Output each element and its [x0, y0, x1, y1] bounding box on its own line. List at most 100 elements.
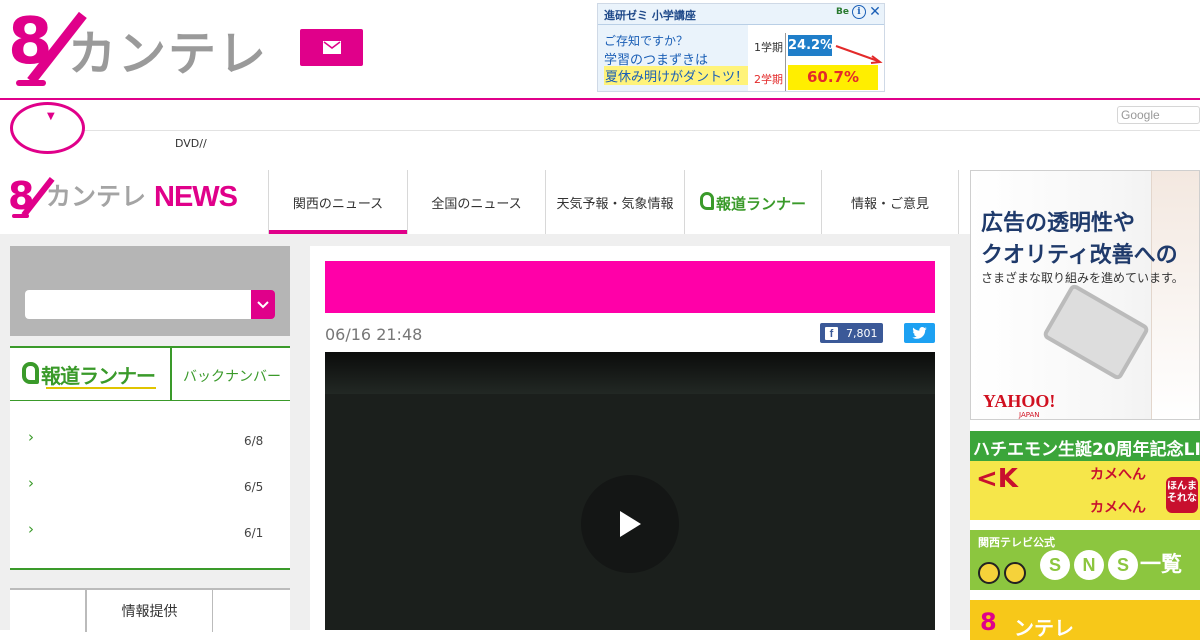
runner-list-item[interactable]: › 6/8 — [10, 420, 290, 460]
runner-underline — [46, 387, 156, 389]
info-tab-left[interactable] — [10, 590, 86, 632]
top-banner-ad[interactable]: 進研ゼミ 小学講座 Be i ✕ ご存知ですか？ 学習のつまずきは 夏休み明けが… — [597, 3, 885, 92]
yahoo-ad-line-2: クオリティ改善への — [981, 243, 1178, 268]
ad-close-icon[interactable]: ✕ — [868, 5, 882, 19]
chevron-down-icon — [257, 300, 269, 308]
runner-list-item[interactable]: › 6/5 — [10, 466, 290, 506]
chevron-right-icon: › — [28, 520, 34, 538]
kantele-banner-logo: 8 — [980, 608, 997, 636]
bird-icon — [978, 562, 1000, 584]
top-header: 8 カンテレ 進研ゼミ 小学講座 Be i ✕ ご存知ですか？ 学習のつまずきは… — [0, 0, 1200, 98]
video-player[interactable] — [325, 352, 935, 630]
kantele-news-logo[interactable]: 8 カンテレ NEWS — [8, 176, 258, 222]
runner-item-date: 6/8 — [244, 434, 264, 448]
tab-houdou-runner[interactable]: 報道ランナー — [684, 170, 821, 234]
hachi-kame-text: カメへん — [1090, 467, 1146, 483]
area-dropdown[interactable]: ▼ — [10, 102, 85, 154]
runner-item-date: 6/5 — [244, 480, 264, 494]
play-icon — [620, 511, 641, 537]
ad-term2-label: 2学期 — [754, 73, 783, 86]
ad-person-image — [1151, 171, 1199, 419]
runner-list-item[interactable]: › 6/1 — [10, 512, 290, 552]
facebook-share-button[interactable]: f 7,801 — [820, 323, 883, 343]
tab-label: 報道ランナー — [715, 194, 806, 213]
sns-ichiran: 一覧 — [1140, 552, 1182, 576]
yahoo-logo: YAHOO! — [983, 391, 1056, 411]
article-title-bar — [325, 261, 935, 313]
logo-kana: カンテレ — [68, 26, 269, 82]
ad-title: 進研ゼミ 小学講座 — [604, 9, 696, 22]
twitter-icon — [912, 327, 927, 339]
sns-letter-s-2: S — [1108, 550, 1138, 580]
kantele-banner-text: ンテレ — [1014, 616, 1074, 640]
ad-term1-value: 24.2% — [788, 35, 833, 56]
tab-info-opinion[interactable]: 情報・ご意見 — [821, 170, 959, 234]
runner-item-date: 6/1 — [244, 526, 264, 540]
dropdown-triangle-icon: ▼ — [47, 111, 55, 122]
yahoo-ad-line-1: 広告の透明性や — [981, 211, 1136, 236]
yahoo-ad-banner[interactable]: 広告の透明性や クオリティ改善への さまざまな取り組みを進めています。 YAHO… — [970, 170, 1200, 420]
runner-r-icon — [699, 191, 714, 210]
kantele-logo[interactable]: 8 カンテレ — [8, 8, 268, 88]
kantele-sns-banner[interactable]: 関西テレビ公式 S N S 一覧 — [970, 530, 1200, 590]
ad-term1-label: 1学期 — [754, 41, 783, 54]
sns-letter-s: S — [1040, 550, 1070, 580]
news-logo-kana: カンテレ — [46, 182, 147, 211]
ad-brand: Be — [836, 7, 849, 17]
nav-strip-divider — [84, 130, 1200, 131]
article-date: 06/16 21:48 — [325, 325, 423, 344]
info-tab-label: 情報提供 — [121, 604, 178, 620]
runner-separator — [10, 400, 290, 401]
hachi-k-text: <K — [976, 464, 1018, 494]
sidebar-search-panel — [10, 246, 290, 336]
tab-label: 情報・ご意見 — [850, 196, 929, 212]
tab-national-news[interactable]: 全国のニュース — [407, 170, 545, 234]
sidebar-select-button[interactable] — [251, 290, 275, 319]
runner-divider — [170, 348, 172, 400]
info-tab-teikyou[interactable]: 情報提供 — [86, 590, 213, 632]
ad-line-2: 夏休み明けがダントツ！ — [604, 66, 750, 85]
sns-label: 関西テレビ公式 — [978, 536, 1055, 549]
video-top-shade — [325, 352, 935, 394]
tab-runner-logo: 報道ランナー — [699, 191, 806, 214]
ad-term2-value: 60.7% — [788, 65, 878, 90]
tab-kansai-news[interactable]: 関西のニュース — [268, 170, 407, 234]
ad-stats-panel: 1学期 24.2% 2学期 60.7% — [748, 25, 884, 91]
facebook-count: 7,801 — [846, 326, 878, 340]
ad-arrow-icon — [835, 45, 883, 64]
news-logo-news: NEWS — [154, 181, 238, 213]
runner-r-icon — [22, 362, 39, 384]
hachiemon-line-banner[interactable]: ハチエモン生誕20周年記念LINE <K カメへん カメへん ほんまそれな — [970, 431, 1200, 520]
hachi-kame-text-2: カメへん — [1090, 500, 1146, 516]
play-button[interactable] — [581, 475, 679, 573]
mail-button[interactable] — [300, 29, 363, 66]
yahoo-logo-sub: JAPAN — [1019, 411, 1040, 419]
sidebar-select-input[interactable] — [25, 290, 251, 319]
ad-tablet-image — [1041, 282, 1151, 382]
runner-logo[interactable]: 報道ランナー — [22, 360, 156, 389]
tab-label: 関西のニュース — [292, 196, 384, 212]
twitter-share-button[interactable] — [904, 323, 935, 343]
hachi-title: ハチエモン生誕20周年記念LINE — [973, 440, 1200, 460]
bird-icon — [1004, 562, 1026, 584]
runner-logo-text: 報道ランナー — [41, 364, 156, 388]
info-tabs: 情報提供 — [10, 588, 290, 632]
hachi-banner-header: ハチエモン生誕20周年記念LINE — [970, 431, 1200, 461]
tab-weather[interactable]: 天気予報・気象情報 — [545, 170, 684, 234]
sns-letter-n: N — [1074, 550, 1104, 580]
kantele-yellow-banner[interactable]: 8 ンテレ — [970, 600, 1200, 640]
chevron-right-icon: › — [28, 474, 34, 492]
hachi-honma-sticker: ほんまそれな — [1166, 477, 1198, 513]
google-search-input[interactable]: Google — [1117, 106, 1200, 124]
houdou-runner-panel: 報道ランナー バックナンバー › 6/8 › 6/5 › 6/1 — [10, 346, 290, 570]
tab-label: 天気予報・気象情報 — [556, 196, 674, 212]
mail-icon — [322, 41, 341, 54]
info-tab-right[interactable] — [213, 590, 290, 632]
ad-stats-axis — [785, 33, 786, 91]
yahoo-ad-line-3: さまざまな取り組みを進めています。 — [981, 271, 1184, 285]
ad-info-icon[interactable]: i — [852, 5, 866, 19]
article-main: 06/16 21:48 f 7,801 — [310, 246, 950, 630]
backnumber-link[interactable]: バックナンバー — [183, 366, 281, 386]
dvd-link[interactable]: DVD// — [175, 137, 207, 150]
facebook-icon: f — [825, 326, 838, 340]
